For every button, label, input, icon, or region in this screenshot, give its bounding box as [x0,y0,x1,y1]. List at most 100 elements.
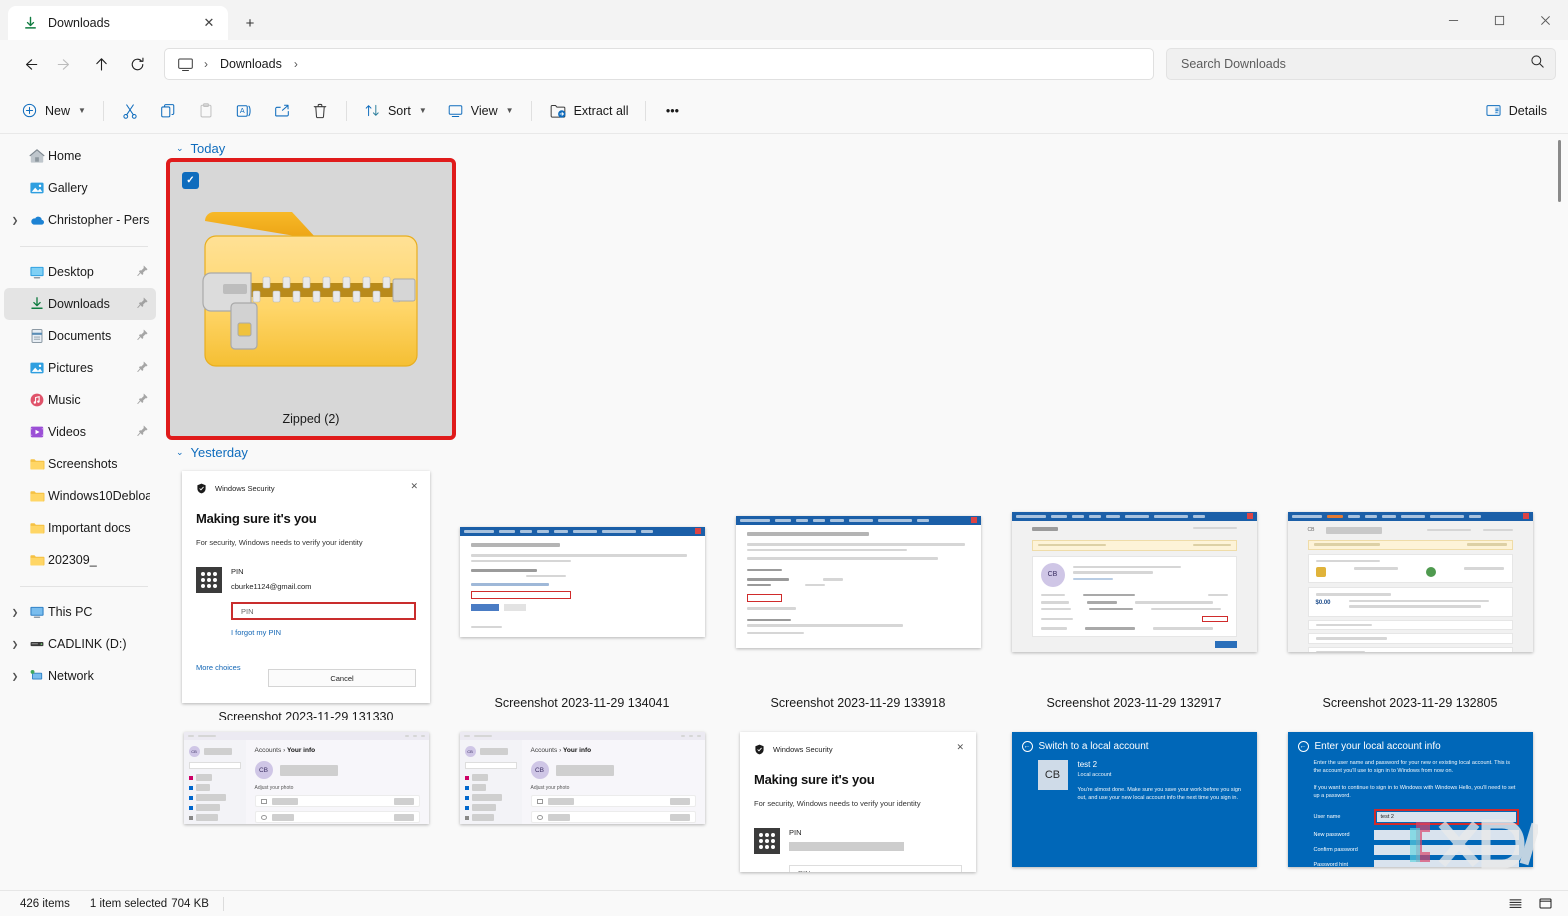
oobe-paragraph-2: If you want to continue to sign in to Wi… [1313,784,1516,799]
search-input[interactable] [1181,57,1522,71]
tab-downloads[interactable]: Downloads ✕ [8,6,228,40]
search-box[interactable] [1166,48,1556,80]
up-button[interactable] [84,47,118,81]
browser-content-1 [459,535,705,637]
dialog-method-row-2: PIN [754,828,962,854]
switch-local-account-preview: ← Switch to a local account CB test 2 Lo… [1011,732,1257,867]
browser-page-preview-2 [735,515,981,648]
chevron-right-icon-cadlink[interactable]: ❯ [4,640,26,649]
file-tile-screenshot-131330[interactable]: Windows Security ✕ Making sure it's you … [168,464,444,722]
sidebar-item-cadlink[interactable]: ❯ CADLINK (D:) [4,628,156,660]
cancel-button-preview: Cancel [268,669,416,687]
dialog-method-label-2: PIN [789,828,802,837]
file-tile-row3-2[interactable]: CB Accounts › Your info CB Adjust your p… [444,722,720,842]
forward-button[interactable] [48,47,82,81]
pin-icon-2[interactable] [136,296,150,312]
view-toggle-group [1502,894,1558,914]
group-header-today[interactable]: ⌄ Today [168,134,1568,160]
divider-2 [345,100,347,121]
close-icon[interactable]: ✕ [198,12,220,34]
sidebar-item-videos[interactable]: Videos [4,416,156,448]
browser-page-preview-1 [459,526,705,637]
new-tab-button[interactable]: + [234,8,266,38]
rename-button[interactable]: A [226,95,262,127]
sidebar-item-desktop[interactable]: Desktop [4,256,156,288]
close-icon-dialog: ✕ [410,481,418,491]
sidebar-item-pictures[interactable]: Pictures [4,352,156,384]
file-tile-zipped[interactable]: ✓ Zipped (2) [166,158,456,440]
settings-main-1: Accounts › Your info CB Adjust your phot… [245,740,429,824]
chevron-right-icon-thispc[interactable]: ❯ [4,608,26,617]
selection-checkbox[interactable]: ✓ [182,172,199,189]
minimize-button[interactable] [1430,0,1476,40]
scrollbar-track[interactable] [1557,136,1561,888]
onedrive-icon [26,212,48,229]
file-tile-row3-4[interactable]: ← Switch to a local account CB test 2 Lo… [996,722,1272,867]
videos-icon [26,424,48,440]
breadcrumb[interactable]: › Downloads › [164,48,1154,80]
maximize-button[interactable] [1476,0,1522,40]
file-tile-row3-5[interactable]: ← Enter your local account info Enter th… [1272,722,1548,867]
sidebar-item-onedrive[interactable]: ❯ Christopher - Perso [4,204,156,236]
sidebar-item-202309[interactable]: 202309_ [4,544,156,576]
chevron-right-icon-network[interactable]: ❯ [4,672,26,681]
file-tile-screenshot-132917[interactable]: CB Screenshot 2023-11-29 132917 [996,464,1272,722]
sidebar-item-important-docs[interactable]: Important docs [4,512,156,544]
delete-button[interactable] [302,95,338,127]
tile-view-icon[interactable] [1532,894,1558,914]
file-list-area[interactable]: ⌄ Today ✓ Zipped (2) ⌄ Yesterday Windows… [162,134,1568,890]
file-tile-screenshot-132805[interactable]: CB $0.00 Screenshot 2023-11-29 132805 [1272,464,1548,722]
scrollbar-thumb[interactable] [1557,140,1561,202]
pin-icon[interactable] [136,264,150,280]
dialog-method-info: PIN cburke1124@gmail.com [231,567,311,591]
dialog-brand-2: Windows Security [773,745,833,754]
browser-page-preview-4: CB $0.00 [1287,511,1533,652]
details-pane-button[interactable]: Details [1476,95,1556,127]
pin-icon-6[interactable] [136,424,150,440]
new-button-label: New [45,103,71,118]
sidebar-item-downloads[interactable]: Downloads [4,288,156,320]
thumbnail-settings-1: CB Accounts › Your info CB Adjust your p… [168,722,444,840]
chevron-right-icon[interactable]: ❯ [4,216,26,225]
sidebar-item-gallery[interactable]: Gallery [4,172,156,204]
sidebar-item-home[interactable]: Home [4,140,156,172]
file-tile-screenshot-133918[interactable]: Screenshot 2023-11-29 133918 [720,464,996,722]
copy-button[interactable] [150,95,186,127]
search-icon[interactable] [1530,54,1545,74]
settings-section-1: Adjust your photo [254,785,294,791]
sidebar-item-label-pictures: Pictures [48,361,94,375]
pin-icon-3[interactable] [136,328,150,344]
dialog-header-2: Windows Security [754,744,962,755]
cut-button[interactable] [112,95,148,127]
file-tile-screenshot-134041[interactable]: Screenshot 2023-11-29 134041 [444,464,720,722]
breadcrumb-separator-2[interactable]: › [289,57,303,71]
file-tile-row3-1[interactable]: CB Accounts › Your info CB Adjust your p… [168,722,444,842]
paste-button[interactable] [188,95,224,127]
chevron-down-icon-yesterday[interactable]: ⌄ [176,447,184,458]
extract-all-button[interactable]: Extract all [540,95,638,127]
field-row-hint: Password hint [1314,860,1519,867]
pin-icon-5[interactable] [136,392,150,408]
new-button[interactable]: New ▼ [12,95,95,127]
pin-icon-4[interactable] [136,360,150,376]
refresh-button[interactable] [120,47,154,81]
share-button[interactable] [264,95,300,127]
sort-button[interactable]: Sort ▼ [355,95,436,127]
sidebar-item-this-pc[interactable]: ❯ This PC [4,596,156,628]
vertical-scrollbar[interactable] [1552,136,1566,888]
list-view-icon[interactable] [1502,894,1528,914]
more-options-button[interactable]: ••• [654,95,690,127]
chevron-down-icon-sort: ▼ [418,106,427,115]
back-button[interactable] [12,47,46,81]
sidebar-item-music[interactable]: Music [4,384,156,416]
close-window-button[interactable] [1522,0,1568,40]
file-tile-row3-3[interactable]: Windows Security ✕ Making sure it's you … [720,722,996,872]
breadcrumb-current[interactable]: Downloads [215,55,287,73]
view-button[interactable]: View ▼ [438,95,523,127]
sidebar-item-screenshots[interactable]: Screenshots [4,448,156,480]
sidebar-item-windows10debloat[interactable]: Windows10Debloat [4,480,156,512]
settings-your-info-preview-2: CB Accounts › Your info CB Adjust your p… [459,732,705,824]
sidebar-item-network[interactable]: ❯ Network [4,660,156,692]
chevron-down-icon-today[interactable]: ⌄ [176,143,184,154]
sidebar-item-documents[interactable]: Documents [4,320,156,352]
